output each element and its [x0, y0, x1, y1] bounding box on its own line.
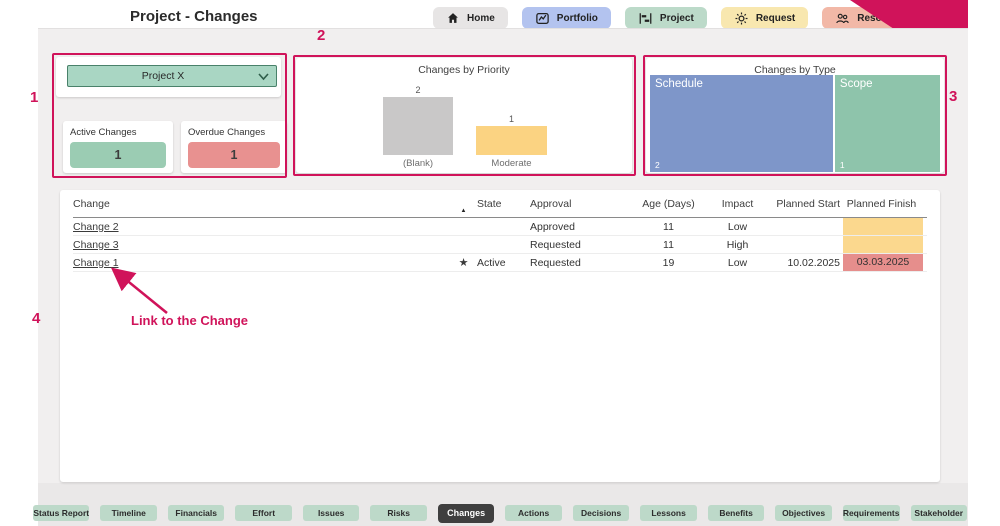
- project-selector-value: Project X: [142, 70, 185, 82]
- gantt-icon: [638, 11, 653, 26]
- tab-financials[interactable]: Financials: [168, 505, 224, 521]
- top-navigation: Home Portfolio Project Request Resource: [433, 7, 916, 29]
- report-page-tabs: Status Report Timeline Financials Effort…: [33, 505, 967, 523]
- treemap-block-schedule[interactable]: Schedule 2: [650, 75, 833, 172]
- table-header-row: Change ▲ State Approval Age (Days) Impac…: [73, 190, 927, 218]
- treemap-label: Scope: [835, 75, 940, 93]
- kpi-value: 1: [70, 142, 166, 168]
- changes-by-priority-chart: Changes by Priority: [296, 58, 632, 173]
- bar-slot-blank: 2: [383, 84, 453, 155]
- project-selector[interactable]: Project X: [67, 65, 277, 87]
- annotation-number-2: 2: [317, 27, 325, 44]
- tab-timeline[interactable]: Timeline: [100, 505, 156, 521]
- nav-portfolio-button[interactable]: Portfolio: [522, 7, 611, 29]
- star-icon: ★: [450, 256, 477, 269]
- nav-home-button[interactable]: Home: [433, 7, 508, 29]
- column-header-change[interactable]: Change: [73, 198, 450, 210]
- column-header-planned-start[interactable]: Planned Start: [763, 198, 840, 210]
- cell-planned-finish: [840, 218, 923, 235]
- kpi-card-overdue-changes: Overdue Changes 1: [181, 121, 287, 173]
- cell-age: 11: [625, 239, 712, 251]
- cell-change: Change 3: [73, 239, 450, 251]
- cell-impact: High: [712, 239, 763, 251]
- people-icon: [835, 11, 850, 26]
- annotation-arrow: [106, 264, 176, 318]
- sun-icon: [734, 11, 749, 26]
- changes-table-card: Change ▲ State Approval Age (Days) Impac…: [60, 190, 940, 482]
- x-axis-label-blank: (Blank): [383, 158, 453, 169]
- tab-requirements[interactable]: Requirements: [843, 505, 900, 521]
- table-row: Change 2 Approved 11 Low: [73, 218, 927, 236]
- column-header-impact[interactable]: Impact: [712, 198, 763, 210]
- cell-planned-finish: [840, 236, 923, 253]
- column-header-approval[interactable]: Approval: [530, 198, 625, 210]
- column-header-planned-finish[interactable]: Planned Finish: [840, 198, 923, 210]
- column-header-state[interactable]: State: [477, 198, 530, 210]
- tab-risks[interactable]: Risks: [370, 505, 426, 521]
- bar-moderate[interactable]: [476, 126, 547, 155]
- sort-ascending-icon: ▲: [450, 208, 477, 217]
- annotation-number-4: 4: [32, 310, 40, 327]
- page-title: Project - Changes: [130, 8, 258, 25]
- annotation-number-3: 3: [949, 88, 957, 105]
- tab-decisions[interactable]: Decisions: [573, 505, 629, 521]
- tab-issues[interactable]: Issues: [303, 505, 359, 521]
- kpi-value: 1: [188, 142, 280, 168]
- cell-state: Active: [477, 257, 530, 269]
- table-row: Change 3 Requested 11 High: [73, 236, 927, 254]
- cell-age: 19: [625, 257, 712, 269]
- tab-lessons[interactable]: Lessons: [640, 505, 696, 521]
- changes-table: Change ▲ State Approval Age (Days) Impac…: [60, 190, 940, 272]
- treemap-label: Schedule: [650, 75, 833, 93]
- cell-approval: Requested: [530, 239, 625, 251]
- bar-data-label: 2: [415, 85, 420, 95]
- planned-finish-highlight: [843, 236, 923, 253]
- tab-changes[interactable]: Changes: [438, 504, 494, 523]
- tab-effort[interactable]: Effort: [235, 505, 291, 521]
- tab-objectives[interactable]: Objectives: [775, 505, 831, 521]
- portfolio-chart-icon: [535, 11, 550, 26]
- nav-label: Project: [660, 13, 694, 24]
- planned-finish-highlight: [843, 218, 923, 235]
- treemap-value: 1: [840, 160, 845, 170]
- column-header-age[interactable]: Age (Days): [625, 198, 712, 210]
- nav-project-button[interactable]: Project: [625, 7, 707, 29]
- planned-finish-highlight: 03.03.2025: [843, 254, 923, 271]
- cell-age: 11: [625, 221, 712, 233]
- treemap-block-scope[interactable]: Scope 1: [835, 75, 940, 172]
- table-row: Change 1 ★ Active Requested 19 Low 10.02…: [73, 254, 927, 272]
- bar-data-label: 1: [509, 114, 514, 124]
- cell-change: Change 2: [73, 221, 450, 233]
- x-axis-label-moderate: Moderate: [476, 158, 547, 169]
- change-link[interactable]: Change 3: [73, 239, 119, 251]
- nav-label: Home: [467, 13, 495, 24]
- cell-planned-finish: 03.03.2025: [840, 254, 923, 271]
- nav-label: Portfolio: [557, 13, 598, 24]
- nav-label: Request: [756, 13, 795, 24]
- kpi-label: Active Changes: [70, 127, 166, 138]
- cell-approval: Requested: [530, 257, 625, 269]
- chart-title: Changes by Priority: [296, 58, 632, 76]
- tab-actions[interactable]: Actions: [505, 505, 561, 521]
- change-link[interactable]: Change 2: [73, 221, 119, 233]
- kpi-card-active-changes: Active Changes 1: [63, 121, 173, 173]
- nav-request-button[interactable]: Request: [721, 7, 808, 29]
- annotation-number-1: 1: [30, 89, 38, 106]
- kpi-label: Overdue Changes: [188, 127, 280, 138]
- treemap-value: 2: [655, 160, 660, 170]
- tab-benefits[interactable]: Benefits: [708, 505, 764, 521]
- cell-impact: Low: [712, 221, 763, 233]
- home-icon: [446, 11, 460, 25]
- tab-stakeholder[interactable]: Stakeholder: [911, 505, 967, 521]
- cell-planned-start: 10.02.2025: [763, 257, 840, 269]
- cell-impact: Low: [712, 257, 763, 269]
- chart-title: Changes by Type: [646, 58, 944, 76]
- tab-status-report[interactable]: Status Report: [33, 505, 89, 521]
- chevron-down-icon: [258, 73, 269, 81]
- bar-slot-moderate: 1: [476, 84, 547, 155]
- cell-approval: Approved: [530, 221, 625, 233]
- treemap: Schedule 2 Scope 1: [650, 75, 940, 172]
- bar-blank[interactable]: [383, 97, 453, 155]
